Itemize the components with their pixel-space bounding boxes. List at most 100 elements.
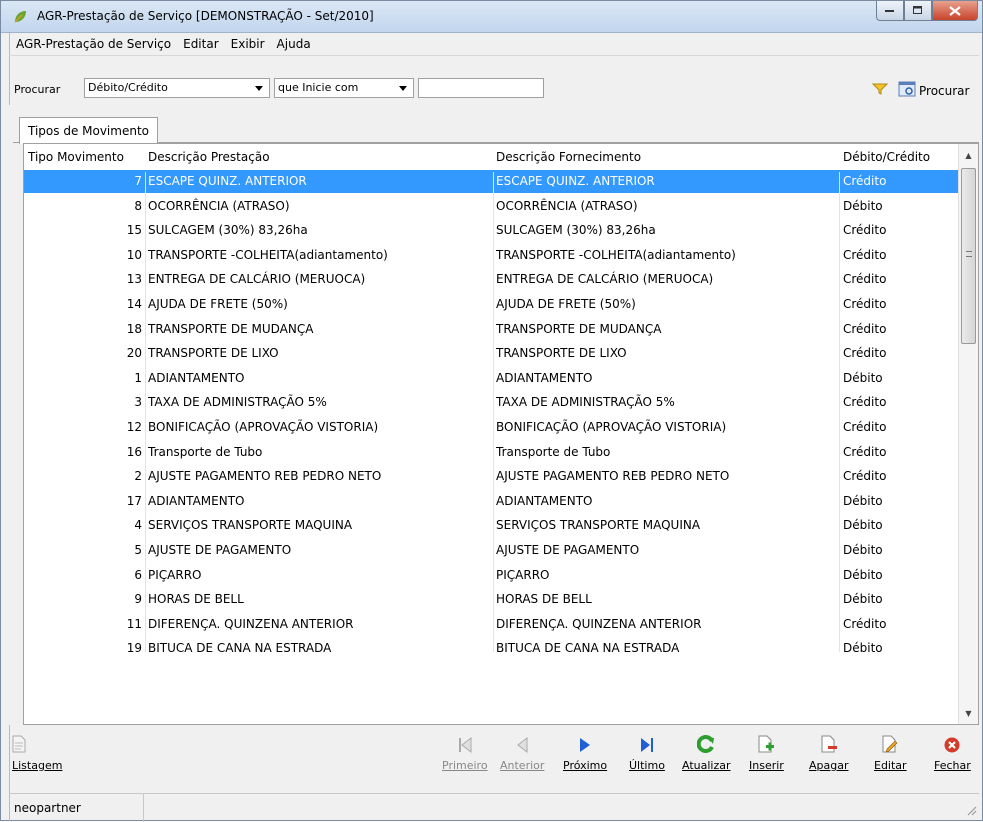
cell-fornecimento: BONIFICAÇÃO (APROVAÇÃO VISTORIA) — [496, 420, 727, 434]
cell-tipo: 8 — [134, 198, 142, 213]
cell-tipo: 15 — [126, 223, 142, 238]
menu-editar[interactable]: Editar — [177, 37, 225, 51]
previous-button[interactable]: Anterior — [500, 729, 544, 772]
search-input[interactable] — [418, 78, 544, 98]
table-row[interactable]: 17 ADIANTAMENTO ADIANTAMENTO Débito — [24, 490, 960, 513]
cell-debito-credito: Crédito — [843, 420, 887, 434]
status-user: neopartner — [10, 794, 144, 822]
filter-icon[interactable] — [871, 83, 889, 98]
cell-prestacao: HORAS DE BELL — [148, 592, 244, 607]
table-row[interactable]: 12 BONIFICAÇÃO (APROVAÇÃO VISTORIA) BONIFI… — [24, 416, 960, 439]
cell-fornecimento: ENTREGA DE CALCÁRIO (MERUOCA) — [496, 272, 714, 287]
mode-select[interactable]: que Inicie com — [274, 78, 414, 98]
cell-debito-credito: Crédito — [843, 297, 887, 311]
next-button[interactable]: Próximo — [563, 729, 607, 772]
menu-agr[interactable]: AGR-Prestação de Serviço — [10, 37, 177, 51]
search-button[interactable]: Procurar — [898, 81, 969, 100]
cell-tipo: 5 — [134, 543, 142, 557]
cell-fornecimento: ADIANTAMENTO — [496, 493, 593, 508]
cell-prestacao: Transporte de Tubo — [148, 444, 263, 459]
table-row[interactable]: 4 SERVIÇOS TRANSPORTE MAQUINA SERVIÇOS TRA… — [24, 514, 960, 537]
col-header-fornecimento[interactable]: Descrição Fornecimento — [496, 150, 641, 164]
scroll-up-icon[interactable]: ▲ — [959, 146, 978, 164]
next-record-icon — [579, 729, 591, 753]
vertical-scrollbar[interactable]: ▲ ▼ — [958, 144, 978, 724]
table-row[interactable]: 6 PIÇARRO PIÇARRO Débito — [24, 564, 960, 587]
table-row[interactable]: 5 AJUSTE DE PAGAMENTO AJUSTE DE PAGAMENTO D… — [24, 539, 960, 562]
cell-fornecimento: Transporte de Tubo — [496, 444, 611, 459]
cell-debito-credito: Débito — [843, 198, 883, 213]
table-row[interactable]: 11 DIFERENÇA. QUINZENA ANTERIOR DIFERENÇA.… — [24, 613, 960, 636]
table-row[interactable]: 14 AJUDA DE FRETE (50%) AJUDA DE FRETE (50… — [24, 293, 960, 316]
cell-tipo: 19 — [126, 641, 142, 656]
field-select[interactable]: Débito/Crédito — [84, 78, 270, 98]
col-header-debito-credito[interactable]: Débito/Crédito — [843, 150, 930, 164]
cell-fornecimento: SULCAGEM (30%) 83,26ha — [496, 223, 656, 238]
menu-ajuda[interactable]: Ajuda — [271, 37, 317, 51]
col-header-prestacao[interactable]: Descrição Prestação — [148, 150, 270, 164]
tab-tipos-de-movimento[interactable]: Tipos de Movimento — [19, 117, 158, 144]
close-window-button[interactable] — [932, 1, 978, 21]
table-row[interactable]: 8 OCORRÊNCIA (ATRASO) OCORRÊNCIA (ATRASO) D… — [24, 195, 960, 218]
app-leaf-icon — [13, 10, 27, 24]
cell-prestacao: ADIANTAMENTO — [148, 493, 245, 508]
table-row[interactable]: 2 AJUSTE PAGAMENTO REB PEDRO NETO AJUSTE P… — [24, 465, 960, 488]
cell-tipo: 18 — [126, 321, 142, 336]
last-button[interactable]: Último — [629, 729, 665, 772]
col-header-tipo[interactable]: Tipo Movimento — [28, 150, 124, 164]
listagem-button[interactable]: Listagem — [12, 729, 62, 772]
cell-tipo: 6 — [134, 567, 142, 582]
app-window: AGR-Prestação de Serviço [DEMONSTRAÇÃO -… — [0, 0, 983, 822]
grid-line — [493, 172, 494, 652]
cell-fornecimento: TRANSPORTE -COLHEITA(adiantamento) — [496, 247, 736, 262]
search-toolbar: Procurar Débito/Crédito que Inicie com P… — [9, 55, 979, 105]
edit-button[interactable]: Editar — [874, 729, 907, 772]
cell-tipo: 3 — [134, 395, 142, 410]
cell-prestacao: AJUSTE DE PAGAMENTO — [148, 543, 292, 557]
cell-prestacao: ESCAPE QUINZ. ANTERIOR — [148, 174, 307, 188]
cell-tipo: 17 — [126, 493, 142, 508]
table-row[interactable]: 3 TAXA DE ADMINISTRAÇÃO 5% TAXA DE ADMINIS… — [24, 391, 960, 414]
scroll-thumb[interactable] — [961, 168, 976, 344]
table-row[interactable]: 1 ADIANTAMENTO ADIANTAMENTO Débito — [24, 367, 960, 390]
cell-debito-credito: Crédito — [843, 395, 887, 410]
table-row[interactable]: 9 HORAS DE BELL HORAS DE BELL Débito — [24, 588, 960, 611]
cell-tipo: 11 — [126, 616, 142, 631]
cell-fornecimento: AJUSTE PAGAMENTO REB PEDRO NETO — [496, 469, 730, 484]
cell-fornecimento: PIÇARRO — [496, 567, 550, 582]
cell-fornecimento: ADIANTAMENTO — [496, 370, 593, 385]
cell-prestacao: AJUSTE PAGAMENTO REB PEDRO NETO — [148, 469, 382, 484]
cell-prestacao: AJUDA DE FRETE (50%) — [148, 297, 288, 311]
table-row[interactable]: 19 BITUCA DE CANA NA ESTRADA BITUCA DE CAN… — [24, 637, 960, 660]
refresh-button[interactable]: Atualizar — [682, 729, 731, 772]
cell-fornecimento: TAXA DE ADMINISTRAÇÃO 5% — [496, 395, 675, 410]
table-row[interactable]: 13 ENTREGA DE CALCÁRIO (MERUOCA) ENTREGA D… — [24, 268, 960, 291]
cell-prestacao: TRANSPORTE -COLHEITA(adiantamento) — [148, 247, 388, 262]
table-row[interactable]: 15 SULCAGEM (30%) 83,26ha SULCAGEM (30%) 8… — [24, 219, 960, 242]
cell-prestacao: ENTREGA DE CALCÁRIO (MERUOCA) — [148, 272, 366, 287]
cell-tipo: 13 — [126, 272, 142, 287]
cell-debito-credito: Crédito — [843, 174, 887, 188]
cell-prestacao: TAXA DE ADMINISTRAÇÃO 5% — [148, 395, 327, 410]
close-circle-icon — [944, 729, 960, 753]
edit-document-icon — [882, 729, 898, 753]
cell-tipo: 14 — [126, 297, 142, 311]
table-row[interactable]: 7 ESCAPE QUINZ. ANTERIOR ESCAPE QUINZ. ANT… — [24, 170, 960, 193]
scroll-down-icon[interactable]: ▼ — [959, 704, 978, 722]
cell-debito-credito: Crédito — [843, 272, 887, 287]
table-row[interactable]: 20 TRANSPORTE DE LIXO TRANSPORTE DE LIXO Cr… — [24, 342, 960, 365]
resize-grip-icon[interactable] — [965, 804, 977, 819]
first-button[interactable]: Primeiro — [442, 729, 488, 772]
cell-debito-credito: Débito — [843, 567, 883, 582]
cell-fornecimento: ESCAPE QUINZ. ANTERIOR — [496, 174, 655, 188]
table-row[interactable]: 10 TRANSPORTE -COLHEITA(adiantamento) TRAN… — [24, 244, 960, 267]
delete-button[interactable]: Apagar — [809, 729, 849, 772]
minimize-button[interactable] — [876, 1, 904, 21]
insert-button[interactable]: Inserir — [749, 729, 784, 772]
close-button[interactable]: Fechar — [934, 729, 971, 772]
table-row[interactable]: 18 TRANSPORTE DE MUDANÇA TRANSPORTE DE MUD… — [24, 318, 960, 341]
grid-header: Tipo Movimento Descrição Prestação Descr… — [24, 144, 960, 170]
maximize-button[interactable] — [904, 1, 932, 21]
table-row[interactable]: 16 Transporte de Tubo Transporte de Tubo Cr… — [24, 441, 960, 464]
menu-exibir[interactable]: Exibir — [225, 37, 271, 51]
